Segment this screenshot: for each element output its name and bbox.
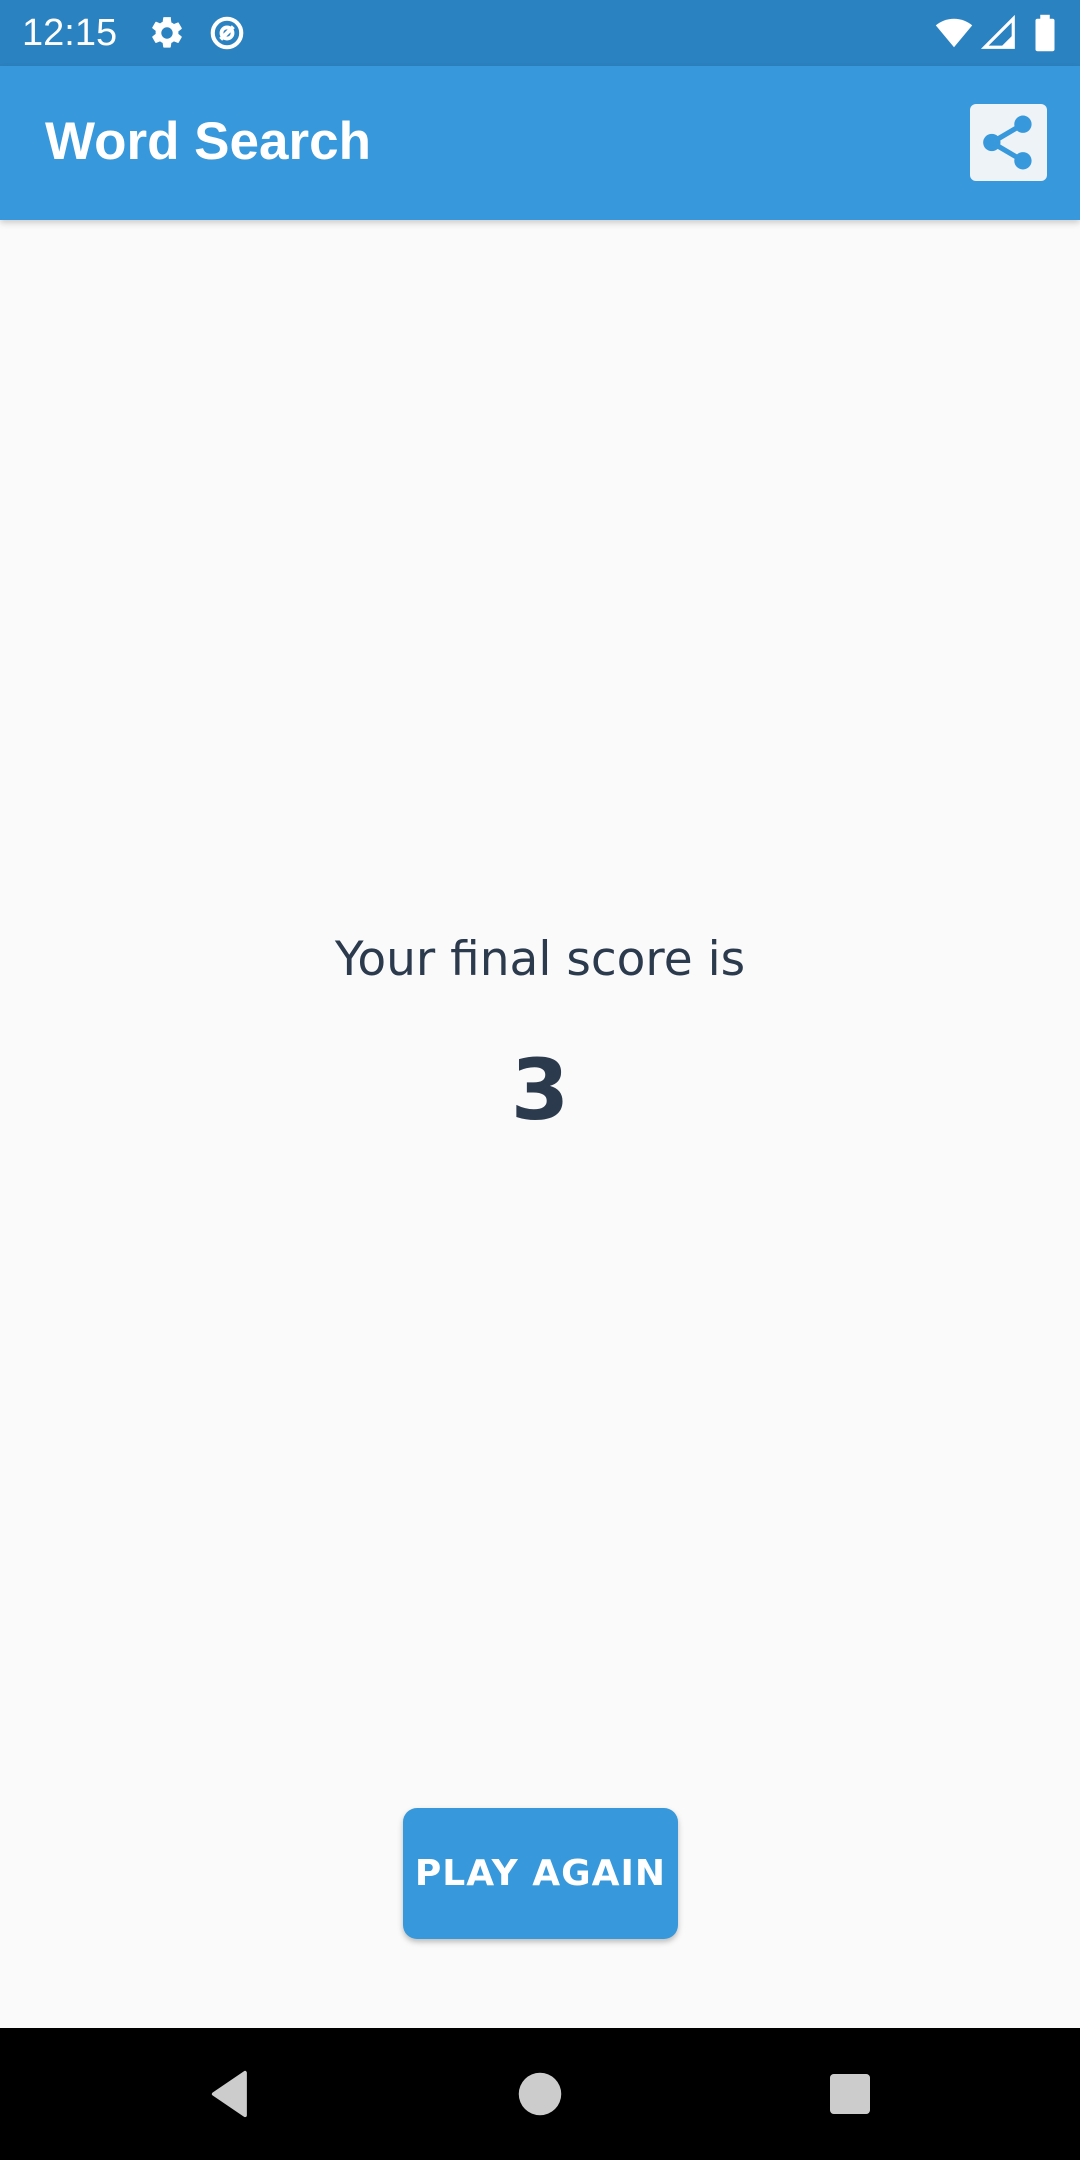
screen: 12:15 Word Search Your final score is 3 … [0, 0, 1080, 2160]
back-button[interactable] [200, 2064, 260, 2124]
recents-icon [830, 2074, 870, 2114]
app-bar: Word Search [0, 66, 1080, 220]
data-saver-icon [208, 14, 246, 52]
home-icon [518, 2072, 562, 2116]
status-bar: 12:15 [0, 0, 1080, 66]
recents-button[interactable] [820, 2064, 880, 2124]
status-time: 12:15 [22, 12, 118, 54]
score-value: 3 [510, 1041, 570, 1139]
back-icon [211, 2070, 247, 2118]
settings-gear-icon [148, 14, 186, 52]
share-icon [983, 115, 1032, 170]
play-again-button[interactable]: PLAY AGAIN [403, 1808, 678, 1939]
share-button[interactable] [970, 104, 1047, 181]
score-label: Your final score is [334, 932, 746, 987]
battery-icon [1030, 14, 1060, 52]
app-title: Word Search [45, 112, 371, 171]
wifi-icon [935, 14, 973, 52]
navigation-bar [0, 2028, 1080, 2160]
home-button[interactable] [510, 2064, 570, 2124]
cell-signal-icon [980, 14, 1018, 52]
